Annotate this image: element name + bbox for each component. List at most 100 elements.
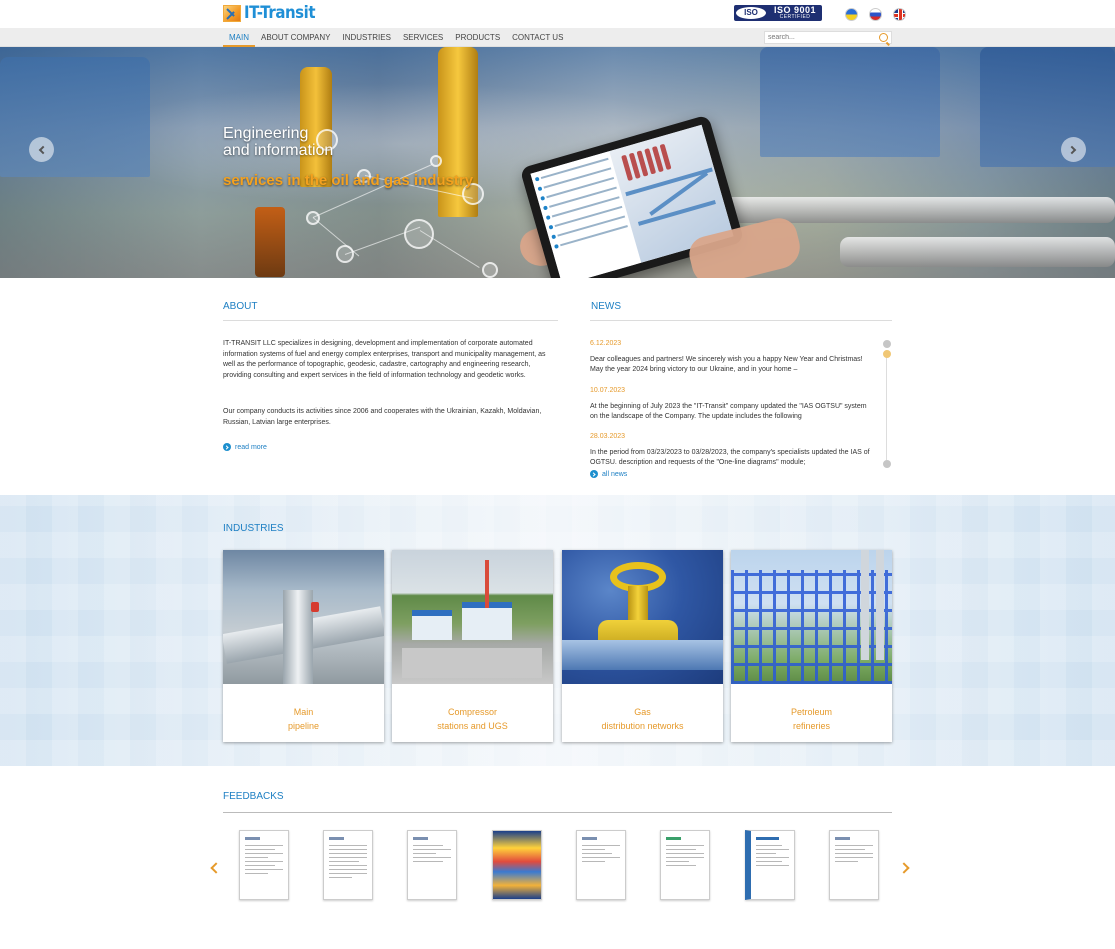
news-divider [590, 320, 892, 321]
hero-tank-blue [760, 47, 940, 157]
industries-title: INDUSTRIES [223, 523, 284, 534]
slider-next-button[interactable] [1061, 137, 1086, 162]
search-icon[interactable] [879, 33, 888, 42]
nav-item-contact-us[interactable]: CONTACT US [506, 28, 569, 47]
news-item[interactable]: 6.12.2023 Dear colleagues and partners! … [590, 340, 872, 375]
about-title: ABOUT [223, 301, 258, 312]
nav-item-about-company[interactable]: ABOUT COMPANY [255, 28, 337, 47]
industry-card-petroleum-refineries[interactable]: Petroleum refineries [731, 550, 892, 742]
top-bar: IT-Transit ISO ISO 9001 CERTIFIED [0, 0, 1115, 28]
industry-card-label-line2: pipeline [287, 721, 320, 731]
search-box [764, 31, 892, 44]
industry-card-main-pipeline[interactable]: Main pipeline [223, 550, 384, 742]
news-title: NEWS [591, 301, 621, 312]
hero-tank-blue [0, 57, 150, 177]
network-node-icon [482, 262, 498, 278]
network-node-icon [306, 211, 320, 225]
iso-subtitle: CERTIFIED [779, 14, 811, 20]
industry-card-label: Gas distribution networks [562, 705, 723, 733]
read-more-link[interactable]: read more [223, 443, 267, 451]
arrow-circle-icon [590, 470, 598, 478]
feedbacks-title: FEEDBACKS [223, 791, 284, 802]
industry-card-label: Compressor stations and UGS [392, 705, 553, 733]
hero-pipe [840, 237, 1115, 267]
russian-flag-icon[interactable] [869, 8, 882, 21]
news-text: Dear colleagues and partners! We sincere… [590, 356, 863, 373]
main-navigation-bar: MAIN ABOUT COMPANY INDUSTRIES SERVICES P… [0, 28, 1115, 47]
feedback-letter-thumbnail[interactable] [576, 830, 626, 900]
industry-card-gas-distribution[interactable]: Gas distribution networks [562, 550, 723, 742]
industry-card-compressor-stations[interactable]: Compressor stations and UGS [392, 550, 553, 742]
industries-section [0, 495, 1115, 766]
hero-title-line2: and information [223, 142, 334, 159]
industry-card-label-line2: stations and UGS [437, 721, 508, 731]
news-date: 6.12.2023 [590, 340, 622, 347]
arrow-circle-icon [223, 443, 231, 451]
news-text: At the beginning of July 2023 the "IT-Tr… [590, 403, 867, 420]
industry-card-label: Main pipeline [223, 705, 384, 733]
ukrainian-flag-icon[interactable] [845, 8, 858, 21]
feedback-letter-thumbnail[interactable] [407, 830, 457, 900]
all-news-label: all news [602, 470, 628, 478]
industry-card-label-line2: distribution networks [601, 721, 684, 731]
scrollbar-track [886, 350, 887, 460]
industry-image-refinery [731, 550, 892, 684]
feedback-letter-thumbnail[interactable] [829, 830, 879, 900]
news-scrollbar[interactable] [883, 340, 891, 468]
hero-subtitle: services in the oil and gas industry [223, 172, 474, 189]
hero-title-line1: Engineering [223, 125, 309, 142]
scroll-down-icon[interactable] [883, 460, 891, 468]
language-switcher [845, 8, 906, 21]
hero-title: Engineering and information [223, 125, 333, 159]
network-node-icon [404, 219, 434, 249]
hero-tank-blue [980, 47, 1115, 167]
feedback-certificate-thumbnail[interactable] [492, 830, 542, 900]
english-flag-icon[interactable] [893, 8, 906, 21]
about-paragraph-1: IT-TRANSIT LLC specializes in designing,… [223, 340, 546, 379]
about-divider [223, 320, 558, 321]
industry-card-label: Petroleum refineries [731, 705, 892, 733]
read-more-label: read more [235, 443, 267, 451]
news-item[interactable]: 10.07.2023 At the beginning of July 2023… [590, 387, 872, 422]
main-nav: MAIN ABOUT COMPANY INDUSTRIES SERVICES P… [223, 28, 569, 47]
industry-image-gas-valve [562, 550, 723, 684]
nav-item-industries[interactable]: INDUSTRIES [337, 28, 397, 47]
chevron-right-icon [1067, 145, 1077, 154]
feedbacks-divider [223, 812, 892, 813]
scrollbar-thumb[interactable] [883, 350, 891, 358]
hero-tripod [255, 207, 285, 277]
industry-card-label-line1: Gas [634, 707, 651, 717]
scroll-up-icon[interactable] [883, 340, 891, 348]
feedback-letter-thumbnail[interactable] [660, 830, 710, 900]
industry-image-compressor-station [392, 550, 553, 684]
industry-card-label-line2: refineries [792, 721, 830, 731]
industry-card-label-line1: Compressor [447, 707, 497, 717]
feedback-letter-thumbnail[interactable] [323, 830, 373, 900]
news-date: 28.03.2023 [590, 433, 626, 440]
about-paragraph-2: Our company conducts its activities sinc… [223, 408, 542, 426]
news-text: In the period from 03/23/2023 to 03/28/2… [590, 449, 870, 466]
feedbacks-prev-chevron-icon[interactable] [210, 862, 222, 874]
search-input[interactable] [765, 32, 875, 43]
logo-text: IT-Transit [244, 3, 316, 23]
nav-item-services[interactable]: SERVICES [397, 28, 449, 47]
logo-icon [223, 4, 241, 22]
nav-item-products[interactable]: PRODUCTS [449, 28, 506, 47]
slider-prev-button[interactable] [29, 137, 54, 162]
network-node-icon [430, 155, 442, 167]
hero-slider: Engineering and information services in … [0, 47, 1115, 278]
chevron-left-icon [38, 145, 48, 154]
feedbacks-next-chevron-icon[interactable] [898, 862, 910, 874]
network-node-icon [336, 245, 354, 263]
news-item[interactable]: 28.03.2023 In the period from 03/23/2023… [590, 433, 872, 468]
industry-card-label-line1: Petroleum [790, 707, 833, 717]
iso-mark: ISO [734, 5, 768, 21]
nav-item-main[interactable]: MAIN [223, 28, 255, 47]
feedback-letter-thumbnail[interactable] [239, 830, 289, 900]
site-logo[interactable]: IT-Transit [223, 3, 325, 23]
industry-image-pipeline [223, 550, 384, 684]
feedback-certificate-thumbnail[interactable] [745, 830, 795, 900]
all-news-link[interactable]: all news [590, 470, 627, 478]
iso-certified-badge: ISO ISO 9001 CERTIFIED [734, 5, 822, 21]
industry-card-label-line1: Main [293, 707, 314, 717]
